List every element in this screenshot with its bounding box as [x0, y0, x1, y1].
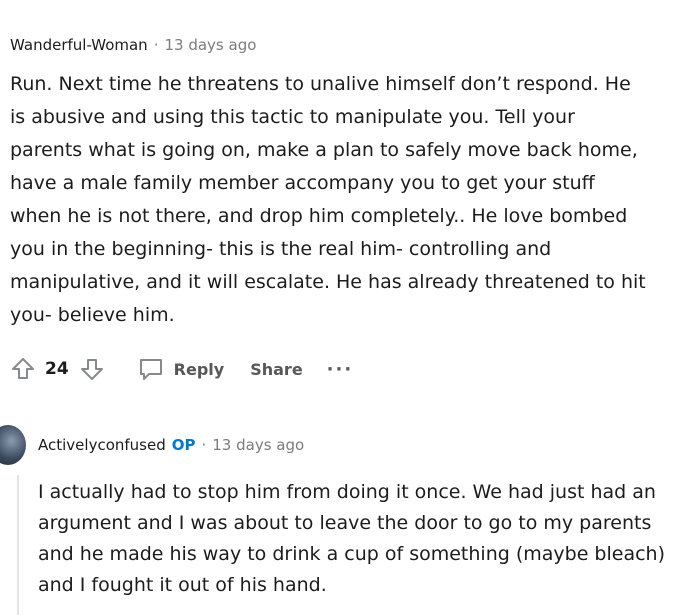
comment-author[interactable]: Activelyconfused [38, 436, 166, 454]
downvote-button[interactable] [79, 356, 105, 382]
comment-meta: Activelyconfused OP · 13 days ago [38, 436, 304, 454]
comment-timestamp[interactable]: 13 days ago [164, 36, 256, 54]
share-button[interactable]: Share [250, 360, 302, 379]
thread-line[interactable] [17, 475, 19, 615]
comment-author[interactable]: Wanderful-Woman [10, 36, 148, 54]
comment-bubble-icon [139, 359, 162, 380]
comment-body: Run. Next time he threatens to unalive h… [10, 73, 646, 326]
comment-activelyconfused: Activelyconfused OP · 13 days ago I actu… [0, 425, 700, 615]
upvote-icon [12, 358, 34, 379]
comment-timestamp[interactable]: 13 days ago [212, 436, 304, 454]
comment-meta: Wanderful-Woman · 13 days ago [10, 36, 690, 54]
more-options-button[interactable]: ··· [327, 359, 354, 380]
meta-separator: · [201, 436, 207, 454]
meta-separator: · [153, 36, 159, 54]
comment-action-bar: 24 Reply Share ··· [10, 355, 353, 383]
avatar[interactable] [0, 425, 26, 465]
comment-body: I actually had to stop him from doing it… [38, 481, 665, 596]
vote-count: 24 [45, 359, 69, 379]
downvote-icon [80, 359, 103, 380]
comment-wanderful-woman: Wanderful-Woman · 13 days ago Run. Next … [10, 36, 690, 332]
reply-button[interactable]: Reply [137, 355, 225, 383]
upvote-button[interactable] [10, 356, 36, 382]
reply-label: Reply [173, 359, 225, 379]
op-badge: OP [171, 436, 196, 454]
